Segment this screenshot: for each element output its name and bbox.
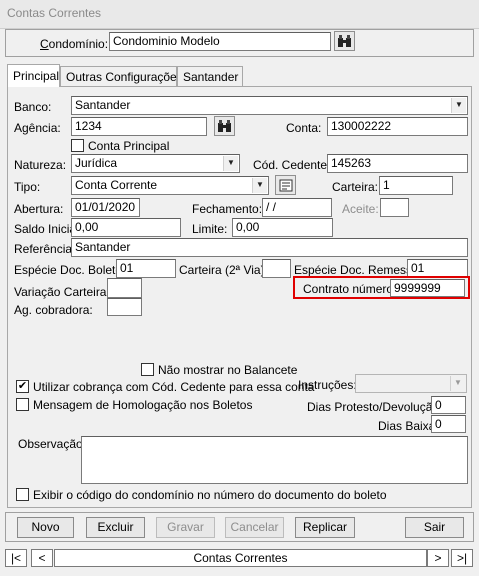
chevron-down-icon: ▼ (223, 156, 238, 171)
especie-boleto-label: Espécie Doc. Boleto: (14, 263, 126, 277)
instrucoes-label: Instruções: (298, 378, 357, 392)
tab-principal[interactable]: Principal (7, 64, 60, 87)
conta-principal-label: Conta Principal (88, 139, 170, 153)
conta-field[interactable]: 130002222 (327, 117, 468, 136)
especie-remessa-label: Espécie Doc. Remessa: (294, 263, 423, 277)
replicar-button[interactable]: Replicar (295, 517, 355, 538)
window-title: Contas Correntes (0, 0, 479, 29)
chevron-down-icon: ▼ (252, 178, 267, 193)
gravar-button[interactable]: Gravar (156, 517, 215, 538)
tab-santander[interactable]: Santander (177, 66, 243, 86)
utilizar-cobranca-label: Utilizar cobrança com Cód. Cedente para … (33, 380, 315, 394)
natureza-label: Natureza: (14, 158, 67, 172)
carteira-2via-field[interactable] (262, 259, 291, 278)
novo-button[interactable]: Novo (17, 517, 74, 538)
referencia-label: Referência: (14, 242, 76, 256)
exibir-codigo-label: Exibir o código do condomínio no número … (33, 488, 387, 502)
carteira-label: Carteira: (332, 180, 379, 194)
cancelar-button[interactable]: Cancelar (225, 517, 284, 538)
nav-prev-button[interactable]: < (31, 549, 53, 567)
ag-cobradora-label: Ag. cobradora: (14, 303, 93, 317)
tab-outras-configuracoes[interactable]: Outras Configurações (60, 66, 183, 86)
cod-cedente-label: Cód. Cedente: (253, 158, 331, 172)
dias-protesto-label: Dias Protesto/Devolução: (307, 400, 443, 414)
conta-principal-checkbox[interactable] (71, 139, 84, 152)
referencia-field[interactable]: Santander (71, 238, 468, 257)
dias-baixa-label: Dias Baixa: (378, 419, 439, 433)
variacao-carteira-label: Variação Carteira: (14, 285, 110, 299)
saldo-inicial-field[interactable]: 0,00 (71, 218, 181, 237)
banco-label: Banco: (14, 100, 52, 114)
exibir-codigo-checkbox[interactable] (16, 488, 29, 501)
ag-cobradora-field[interactable] (107, 298, 142, 316)
agencia-label: Agência: (14, 121, 61, 135)
chevron-down-icon: ▼ (451, 98, 466, 113)
nao-mostrar-checkbox[interactable] (141, 363, 154, 376)
binoculars-icon[interactable] (214, 116, 235, 136)
nav-next-button[interactable]: > (427, 549, 449, 567)
condominio-field[interactable]: Condominio Modelo (109, 32, 331, 51)
mensagem-homologacao-checkbox[interactable] (16, 398, 29, 411)
observacao-label: Observação: (18, 437, 87, 451)
condominio-label: Condomínio: (40, 37, 109, 51)
natureza-select[interactable]: Jurídica ▼ (71, 154, 240, 173)
binoculars-icon[interactable] (334, 31, 355, 51)
fechamento-label: Fechamento: (192, 202, 263, 216)
abertura-label: Abertura: (14, 202, 64, 216)
tipo-select[interactable]: Conta Corrente ▼ (71, 176, 269, 195)
limite-field[interactable]: 0,00 (232, 218, 333, 237)
nav-title: Contas Correntes (54, 549, 427, 567)
nao-mostrar-label: Não mostrar no Balancete (158, 363, 298, 377)
nav-last-button[interactable]: >| (451, 549, 473, 567)
highlight-box (293, 276, 470, 299)
aceite-label: Aceite: (342, 202, 379, 216)
instrucoes-select[interactable]: ▼ (355, 374, 467, 393)
agencia-field[interactable]: 1234 (71, 117, 207, 136)
cod-cedente-field[interactable]: 145263 (327, 154, 468, 173)
mensagem-homologacao-label: Mensagem de Homologação nos Boletos (33, 398, 253, 412)
sair-button[interactable]: Sair (405, 517, 464, 538)
aceite-field[interactable] (380, 198, 409, 217)
carteira-2via-label: Carteira (2ª Via): (179, 263, 268, 277)
tipo-label: Tipo: (14, 180, 41, 194)
banco-select[interactable]: Santander ▼ (71, 96, 468, 115)
observacao-textarea[interactable] (81, 436, 468, 484)
dias-protesto-field[interactable]: 0 (431, 396, 466, 414)
excluir-button[interactable]: Excluir (86, 517, 145, 538)
fechamento-field[interactable]: / / (262, 198, 332, 217)
especie-boleto-field[interactable]: 01 (116, 259, 176, 278)
nav-first-button[interactable]: |< (5, 549, 27, 567)
limite-label: Limite: (192, 222, 228, 236)
dias-baixa-field[interactable]: 0 (431, 415, 466, 433)
variacao-carteira-field[interactable] (107, 278, 142, 298)
edit-list-icon[interactable] (275, 175, 296, 195)
chevron-down-icon: ▼ (450, 376, 465, 391)
abertura-field[interactable]: 01/01/2020 (71, 198, 140, 217)
conta-label: Conta: (286, 121, 322, 135)
saldo-inicial-label: Saldo Inicial (14, 222, 79, 236)
utilizar-cobranca-checkbox[interactable]: ✔ (16, 380, 29, 393)
carteira-field[interactable]: 1 (379, 176, 453, 195)
